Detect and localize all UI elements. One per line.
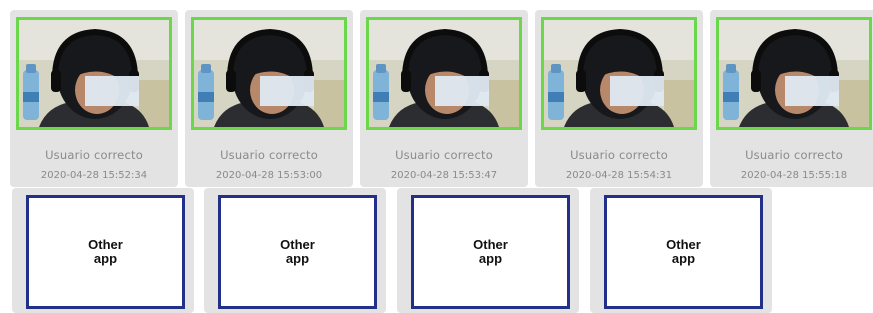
capture-timestamp: 2020-04-28 15:52:34: [40, 170, 148, 181]
app-label: Other app: [473, 238, 508, 266]
webcam-photo-image: [194, 20, 344, 127]
other-apps-row: Other app Other app Other app Other app: [12, 188, 792, 313]
capture-card-3[interactable]: Usuario correcto 2020-04-28 15:53:47: [360, 10, 528, 187]
webcam-photo-image: [719, 20, 869, 127]
app-label-line1: Other: [473, 237, 508, 252]
capture-card-5[interactable]: Usuario correcto 2020-04-28 15:55:18: [710, 10, 873, 187]
app-label-line1: Other: [280, 237, 315, 252]
webcam-photo[interactable]: [716, 17, 872, 130]
webcam-photo[interactable]: [191, 17, 347, 130]
other-app-tile[interactable]: Other app: [411, 195, 570, 309]
app-card-2: Other app: [204, 188, 386, 313]
app-card-1: Other app: [12, 188, 194, 313]
capture-status: Usuario correcto: [570, 148, 668, 162]
webcam-photo-image: [19, 20, 169, 127]
capture-status: Usuario correcto: [745, 148, 843, 162]
webcam-photo[interactable]: [16, 17, 172, 130]
webcam-photo[interactable]: [541, 17, 697, 130]
capture-timestamp: 2020-04-28 15:53:00: [215, 170, 323, 181]
app-label: Other app: [280, 238, 315, 266]
app-label-line2: app: [478, 251, 503, 266]
capture-status: Usuario correcto: [395, 148, 493, 162]
other-app-tile[interactable]: Other app: [218, 195, 377, 309]
app-label-line2: app: [671, 251, 696, 266]
capture-card-4[interactable]: Usuario correcto 2020-04-28 15:54:31: [535, 10, 703, 187]
capture-card-1[interactable]: Usuario correcto 2020-04-28 15:52:34: [10, 10, 178, 187]
app-label-line1: Other: [666, 237, 701, 252]
app-card-3: Other app: [397, 188, 579, 313]
proctoring-capture-gallery: Usuario correcto 2020-04-28 15:52:34 Usu…: [0, 0, 873, 313]
capture-timestamp: 2020-04-28 15:54:31: [565, 170, 673, 181]
capture-status: Usuario correcto: [220, 148, 318, 162]
capture-status: Usuario correcto: [45, 148, 143, 162]
app-label-line2: app: [285, 251, 310, 266]
webcam-photo-image: [544, 20, 694, 127]
app-label: Other app: [666, 238, 701, 266]
webcam-photo-image: [369, 20, 519, 127]
webcam-captures-row: Usuario correcto 2020-04-28 15:52:34 Usu…: [10, 10, 873, 187]
app-label-line1: Other: [88, 237, 123, 252]
other-app-tile[interactable]: Other app: [26, 195, 185, 309]
capture-card-2[interactable]: Usuario correcto 2020-04-28 15:53:00: [185, 10, 353, 187]
app-card-4: Other app: [590, 188, 772, 313]
capture-timestamp: 2020-04-28 15:55:18: [740, 170, 848, 181]
capture-timestamp: 2020-04-28 15:53:47: [390, 170, 498, 181]
app-label-line2: app: [93, 251, 118, 266]
webcam-photo[interactable]: [366, 17, 522, 130]
app-label: Other app: [88, 238, 123, 266]
other-app-tile[interactable]: Other app: [604, 195, 763, 309]
